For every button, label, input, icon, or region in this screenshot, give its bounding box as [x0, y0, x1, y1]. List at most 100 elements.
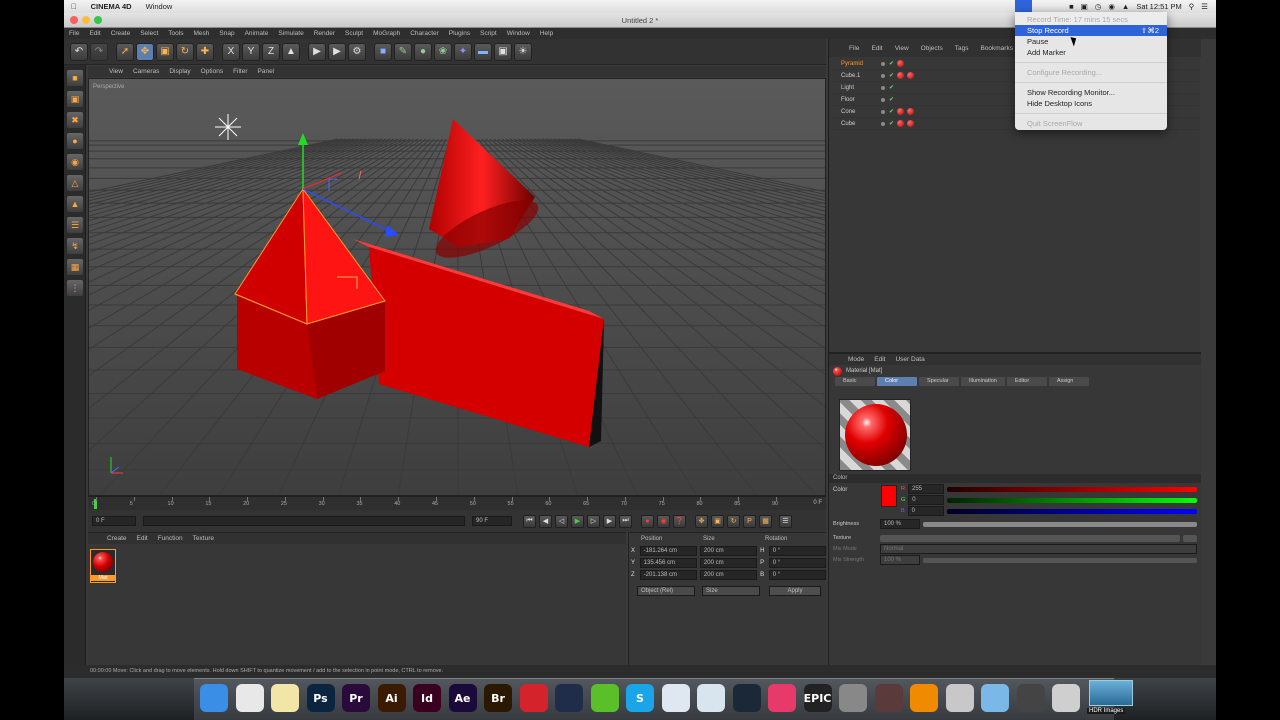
volume-icon[interactable]: ▲ [1122, 2, 1129, 11]
rotation-field[interactable]: 0 ° [768, 558, 826, 568]
scale-tool-icon[interactable]: ▣ [156, 42, 174, 61]
texture-mode-icon[interactable]: ✖ [67, 112, 83, 128]
menu-script[interactable]: Script [475, 30, 502, 37]
screenflow-menu-item[interactable]: Stop Record ⇧⌘2 [1015, 25, 1167, 36]
material-tag-icon[interactable] [907, 108, 915, 115]
editor-visibility-dot[interactable] [881, 109, 885, 114]
mix-strength-slider[interactable] [923, 557, 1197, 563]
cinema4d-icon[interactable] [555, 684, 583, 712]
object-name[interactable]: Light [833, 85, 877, 91]
material-tag-icon[interactable] [897, 60, 905, 67]
position-field[interactable]: -201.138 cm [639, 570, 697, 580]
make-editable-icon[interactable]: ■ [67, 70, 83, 86]
screenflow-menu-item[interactable]: Hide Desktop Icons [1015, 98, 1167, 109]
object-menu-tags[interactable]: Tags [949, 45, 975, 52]
record-pla-icon[interactable]: ▦ [759, 514, 772, 528]
window-menu[interactable]: Window [139, 2, 180, 11]
enabled-check-icon[interactable]: ✔ [889, 108, 894, 115]
material-tag-icon[interactable] [907, 120, 915, 127]
screenflow-icon[interactable] [945, 684, 974, 712]
edit-render-settings-icon[interactable]: ⚙ [348, 42, 366, 61]
menu-window[interactable]: Window [502, 30, 535, 37]
apple-icon[interactable]:  [64, 2, 84, 11]
itunes-icon[interactable] [768, 684, 796, 712]
texture-browse-button[interactable] [1183, 534, 1197, 542]
viewport-perspective[interactable]: Perspective [88, 78, 826, 496]
folder-icon[interactable] [981, 684, 1009, 712]
go-to-start-icon[interactable]: ⏮ [523, 514, 536, 528]
tab-illumination[interactable]: Illumination [961, 377, 1005, 386]
viewport-menu-panel[interactable]: Panel [253, 68, 280, 75]
position-field[interactable]: -181.264 cm [639, 546, 697, 556]
live-selection-icon[interactable]: ➚ [116, 42, 134, 61]
menu-select[interactable]: Select [135, 30, 163, 37]
aftereffects-icon[interactable]: Ae [448, 684, 477, 712]
screenflow-menu-item[interactable]: Add Marker [1015, 47, 1167, 58]
preview-range-slider[interactable] [143, 516, 465, 526]
menu-sculpt[interactable]: Sculpt [340, 30, 368, 37]
object-name[interactable]: Floor [833, 97, 877, 103]
menu-edit[interactable]: Edit [84, 30, 105, 37]
keyframe-selection-icon[interactable]: ❓ [673, 514, 686, 528]
menu-tools[interactable]: Tools [163, 30, 188, 37]
quantize-icon[interactable]: ⋮ [67, 280, 83, 296]
add-tool-icon[interactable]: ✚ [196, 42, 214, 61]
points-mode-icon[interactable]: ◉ [67, 154, 83, 170]
viewport-menu-view[interactable]: View [104, 68, 128, 75]
enabled-check-icon[interactable]: ✔ [889, 84, 894, 91]
editor-visibility-dot[interactable] [881, 73, 885, 78]
current-frame-field[interactable]: 0 F [92, 516, 136, 526]
menubar-extra-icon[interactable]: ■ [1069, 2, 1074, 11]
autokey-icon[interactable]: ◉ [657, 514, 670, 528]
record-position-icon[interactable]: ✥ [695, 514, 708, 528]
object-menu-objects[interactable]: Objects [915, 45, 949, 52]
screenflow-menu-item[interactable]: Pause [1015, 36, 1167, 47]
brightness-slider[interactable] [923, 521, 1197, 527]
viewport-menu-options[interactable]: Options [196, 68, 228, 75]
attribute-menu-edit[interactable]: Edit [869, 356, 890, 363]
render-picture-viewer-icon[interactable]: ▶ [328, 42, 346, 61]
material-preview[interactable] [839, 399, 911, 471]
record-keys-icon[interactable]: ● [641, 514, 654, 528]
notes-icon[interactable] [271, 684, 299, 712]
material-tag-icon[interactable] [907, 72, 915, 79]
floor-icon[interactable]: ▬ [474, 42, 492, 61]
enabled-check-icon[interactable]: ✔ [889, 60, 894, 67]
menu-snap[interactable]: Snap [214, 30, 239, 37]
record-scale-icon[interactable]: ▣ [711, 514, 724, 528]
creative-cloud-icon[interactable] [519, 684, 548, 712]
record-rotation-icon[interactable]: ↻ [727, 514, 740, 528]
illustrator-icon[interactable]: Ai [377, 684, 406, 712]
menu-mesh[interactable]: Mesh [188, 30, 214, 37]
enabled-check-icon[interactable]: ✔ [889, 96, 894, 103]
material-thumbnail[interactable]: Mat [90, 549, 116, 583]
size-mode-select[interactable]: Size [702, 586, 760, 596]
g-field[interactable]: 0 [908, 495, 945, 505]
screenflow-status-icon[interactable] [1050, 2, 1062, 11]
b-slider[interactable] [946, 508, 1197, 514]
tab-color[interactable]: Color [877, 377, 917, 386]
coordinate-mode-select[interactable]: Object (Rel) [637, 586, 695, 596]
g-slider[interactable] [947, 497, 1197, 503]
edges-mode-icon[interactable]: △ [67, 175, 83, 191]
tab-editor[interactable]: Editor [1006, 377, 1047, 386]
bridge-icon[interactable]: Br [484, 684, 512, 712]
epic-games-icon[interactable]: EPIC [803, 684, 832, 712]
preview-icon[interactable] [697, 684, 725, 712]
prev-key-icon[interactable]: ◀ [539, 514, 552, 528]
attribute-menu-user-data[interactable]: User Data [890, 356, 929, 363]
workplane-icon[interactable]: ▦ [67, 259, 83, 275]
enable-axis-icon[interactable]: ☰ [67, 217, 83, 233]
polygons-mode-icon[interactable]: ▲ [67, 196, 83, 212]
enabled-check-icon[interactable]: ✔ [889, 72, 894, 79]
material-tag-icon[interactable] [897, 108, 905, 115]
timemachine-icon[interactable]: ◷ [1095, 2, 1102, 11]
rotate-tool-icon[interactable]: ↻ [176, 42, 194, 61]
editor-visibility-dot[interactable] [881, 97, 885, 102]
messages-icon[interactable] [661, 684, 690, 712]
trash-icon[interactable] [1052, 684, 1080, 712]
timeline-options-icon[interactable]: ☰ [779, 514, 792, 528]
viewport-menu-display[interactable]: Display [164, 68, 195, 75]
wifi-icon[interactable]: ◉ [1108, 2, 1115, 11]
prev-frame-icon[interactable]: ◁ [555, 514, 568, 528]
